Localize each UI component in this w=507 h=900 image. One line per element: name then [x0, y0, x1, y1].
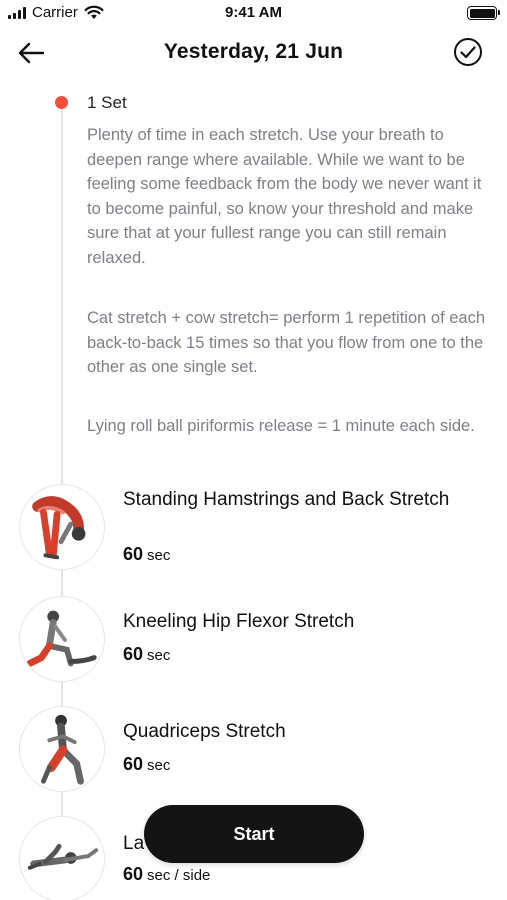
- status-bar: Carrier 9:41 AM: [0, 0, 507, 28]
- duration-unit: sec: [147, 757, 171, 774]
- exercise-duration: 60 sec: [123, 544, 170, 565]
- exercise-duration: 60 sec / side: [123, 864, 210, 885]
- exercise-thumbnail: [19, 816, 105, 900]
- exercise-thumbnail: [19, 706, 105, 792]
- lying-stretch-figure-icon: [27, 843, 99, 870]
- battery-icon: [467, 6, 500, 20]
- page-title: Yesterday, 21 Jun: [163, 40, 344, 63]
- set-indicator-dot: [55, 96, 68, 109]
- exercise-name: Quadriceps Stretch: [123, 721, 286, 742]
- set-label: 1 Set: [87, 93, 127, 112]
- exercise-name: Standing Hamstrings and Back Stretch: [123, 489, 450, 510]
- quadriceps-stretch-figure-icon: [41, 714, 84, 785]
- exercise-duration: 60 sec: [123, 644, 170, 665]
- duration-value: 60: [123, 644, 144, 664]
- duration-unit: sec / side: [147, 867, 211, 884]
- exercise-thumbnail: [19, 596, 105, 682]
- duration-unit: sec: [147, 647, 171, 664]
- exercise-name: Kneeling Hip Flexor Stretch: [123, 611, 355, 632]
- set-description-1: Plenty of time in each stretch. Use your…: [87, 126, 482, 267]
- kneeling-hip-flexor-figure-icon: [26, 610, 97, 667]
- duration-value: 60: [123, 544, 144, 564]
- hamstring-stretch-figure-icon: [32, 496, 86, 560]
- nav-header: Yesterday, 21 Jun: [0, 30, 507, 76]
- set-description-3: Lying roll ball piriformis release = 1 m…: [87, 417, 475, 435]
- set-description-2: Cat stretch + cow stretch= perform 1 rep…: [87, 309, 486, 376]
- exercise-duration: 60 sec: [123, 754, 170, 775]
- duration-value: 60: [123, 754, 144, 774]
- status-time: 9:41 AM: [225, 4, 282, 21]
- check-circle-icon[interactable]: [453, 37, 483, 67]
- exercise-thumbnail: [19, 484, 105, 570]
- duration-value: 60: [123, 864, 144, 884]
- duration-unit: sec: [147, 547, 171, 564]
- start-button[interactable]: Start: [144, 805, 364, 863]
